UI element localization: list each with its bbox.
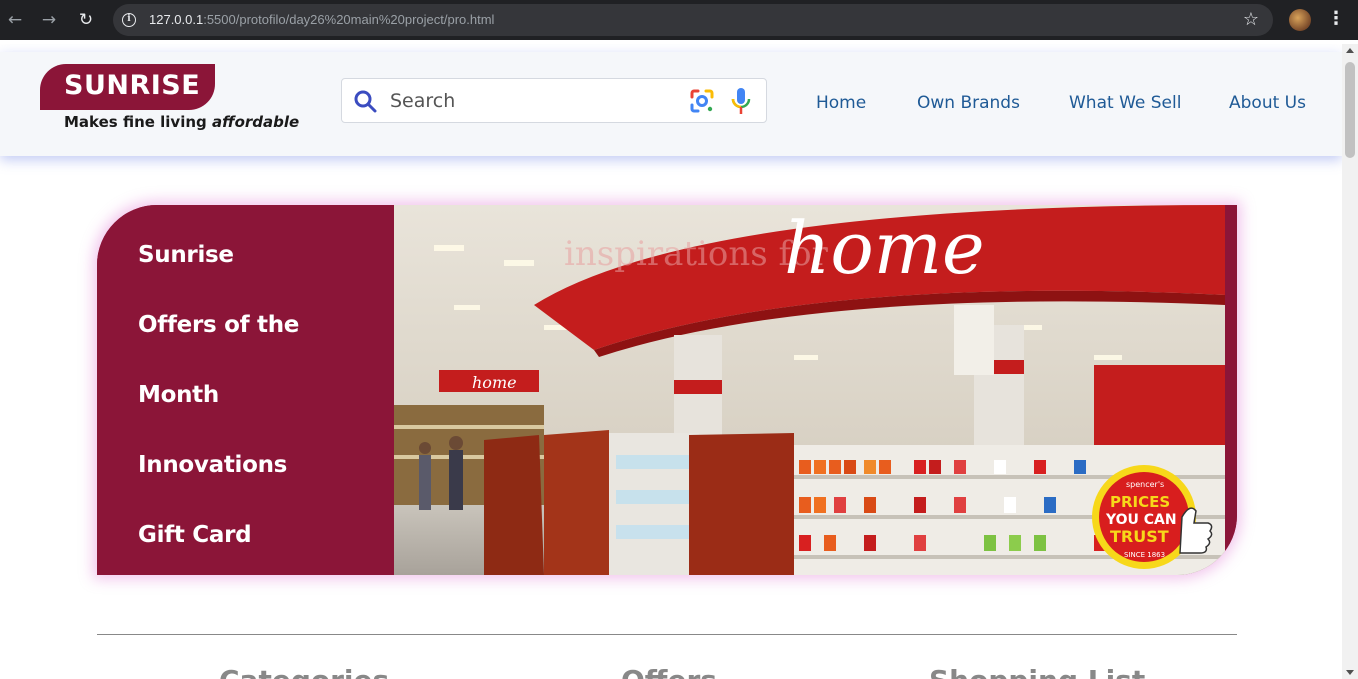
brand-name: SUNRISE	[64, 70, 201, 101]
bookmark-star-icon[interactable]: ☆	[1243, 9, 1259, 30]
site-info-icon[interactable]: i	[122, 13, 136, 27]
svg-text:TRUST: TRUST	[1110, 527, 1169, 546]
google-lens-icon[interactable]	[689, 88, 715, 114]
brand-tagline: Makes fine living affordable	[64, 113, 300, 131]
store-photo: inspirations for home home spencer's PRI…	[394, 205, 1225, 575]
svg-text:PRICES: PRICES	[1110, 493, 1170, 511]
browser-toolbar: ← → ↻ i 127.0.0.1:5500/protofilo/day26%2…	[0, 0, 1358, 40]
forward-arrow-icon[interactable]: →	[38, 9, 60, 31]
svg-text:SINCE 1863: SINCE 1863	[1124, 551, 1165, 559]
section-title-offers: Offers	[621, 664, 717, 679]
section-title-shopping-list: Shopping List	[929, 664, 1145, 679]
back-arrow-icon[interactable]: ←	[4, 9, 26, 31]
search-box	[341, 78, 767, 123]
aisle-sign-text: home	[472, 373, 517, 392]
profile-avatar[interactable]	[1289, 9, 1311, 31]
hero-menu-item-offers[interactable]: Offers of the	[138, 312, 299, 338]
hero-menu-item-innovations[interactable]: Innovations	[138, 452, 287, 478]
page-viewport: SUNRISE Makes fine living affordable Sea…	[0, 44, 1342, 679]
address-url[interactable]: 127.0.0.1:5500/protofilo/day26%20main%20…	[149, 12, 494, 27]
nav-link-what-we-sell[interactable]: What We Sell	[1069, 93, 1181, 113]
scroll-down-arrow-icon[interactable]	[1346, 670, 1354, 675]
hero-menu-item-gift-card[interactable]: Gift Card	[138, 522, 252, 548]
hero-menu: Sunrise Offers of the Month Innovations …	[97, 205, 394, 575]
nav-link-about-us[interactable]: About Us	[1229, 93, 1306, 113]
nav-link-home[interactable]: Home	[816, 93, 866, 113]
site-logo[interactable]: SUNRISE Makes fine living affordable	[40, 64, 300, 134]
site-header: SUNRISE Makes fine living affordable Sea…	[0, 52, 1342, 156]
section-divider	[97, 634, 1237, 635]
scrollbar-thumb[interactable]	[1345, 62, 1355, 158]
section-title-categories: Categories	[219, 664, 389, 679]
hero-banner: Sunrise Offers of the Month Innovations …	[97, 205, 1237, 575]
hero-menu-item-sunrise[interactable]: Sunrise	[138, 242, 234, 268]
microphone-icon[interactable]	[731, 87, 751, 115]
svg-text:YOU CAN: YOU CAN	[1105, 512, 1177, 528]
reload-icon[interactable]: ↻	[75, 9, 97, 31]
sign-home-text: home	[784, 206, 985, 290]
hero-menu-item-month[interactable]: Month	[138, 382, 219, 408]
scroll-up-arrow-icon[interactable]	[1346, 48, 1354, 53]
nav-link-own-brands[interactable]: Own Brands	[917, 93, 1020, 113]
svg-text:spencer's: spencer's	[1126, 480, 1164, 489]
page-scrollbar[interactable]	[1342, 44, 1358, 679]
search-input[interactable]	[390, 85, 680, 117]
menu-kebab-icon[interactable]: ⋮	[1326, 8, 1346, 29]
search-icon[interactable]	[353, 89, 377, 113]
hero-right-edge	[1225, 205, 1237, 575]
address-bar[interactable]: i 127.0.0.1:5500/protofilo/day26%20main%…	[113, 4, 1273, 36]
